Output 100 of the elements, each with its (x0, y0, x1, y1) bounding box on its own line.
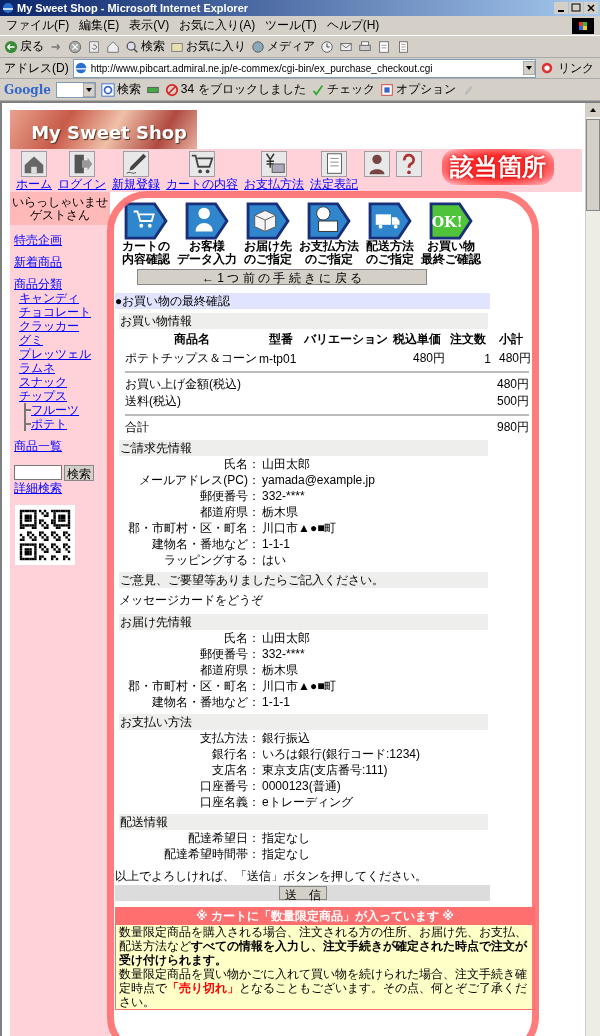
shop-logo[interactable]: My Sweet Shop (10, 110, 197, 149)
house-icon[interactable] (21, 151, 47, 177)
step-label: 配送方法 のご指定 (365, 240, 414, 266)
category-link[interactable]: グミ (19, 333, 43, 347)
category-link[interactable]: ポテト (31, 417, 67, 431)
dropdown-arrow-icon[interactable] (523, 61, 535, 75)
search-button[interactable]: 検索 (64, 465, 94, 481)
cart-icon[interactable] (189, 151, 215, 177)
close-icon[interactable] (584, 2, 598, 14)
nav-link[interactable]: カートの内容 (166, 177, 238, 191)
confirm-text: 以上でよろしければ、「送信」ボタンを押してください。 (115, 868, 428, 885)
field-label: 銀行名： (211, 745, 260, 763)
dropdown-arrow-icon[interactable] (82, 82, 95, 97)
search-field[interactable] (55, 81, 96, 98)
field-value: 0000123(普通) (261, 777, 341, 795)
spell-check-button[interactable]: チェック (310, 81, 375, 98)
advanced-search-link[interactable]: 詳細検索 (14, 481, 62, 495)
notice-text: 数量限定商品を購入される場合、注文される方の住所、お届け先、お支払、配送方法などすべての情報を入力し、注文手続きが確定された時点で注文が受け付けられます。 (118, 925, 529, 967)
section-header: お届け先情報 (119, 614, 488, 630)
column-header: 注文数 (449, 331, 487, 348)
sidebar-link[interactable]: 商品分類 (14, 277, 62, 291)
notice-title: ※ カートに「数量限定商品」が入っています ※ (116, 908, 534, 925)
toolbar-button[interactable]: 検索 (125, 38, 165, 55)
globe-icon (251, 39, 265, 54)
sidebar-link[interactable]: 特売企画 (14, 233, 62, 247)
table-cell-text: ポテトチップス＆コーン (125, 350, 258, 367)
menu-item[interactable]: 表示(V) (129, 17, 170, 34)
annotation-label: 該当箇所 (442, 149, 554, 185)
printer-icon[interactable] (358, 39, 372, 54)
field-label: 郡・市町村・区・町名： (127, 677, 260, 695)
question-icon[interactable] (396, 151, 422, 177)
stop-icon[interactable] (68, 39, 82, 54)
category-link[interactable]: フルーツ (31, 403, 79, 417)
category-link[interactable]: クラッカー (19, 319, 79, 333)
menu-item[interactable]: ツール(T) (265, 17, 317, 34)
scroll-thumb[interactable] (586, 119, 600, 211)
blocked-icon (164, 82, 179, 97)
field-value: eトレーディング (261, 793, 353, 811)
links-button[interactable]: リンク (558, 59, 594, 77)
scrollbar[interactable] (585, 103, 600, 1036)
field-label: 口座番号： (199, 777, 260, 795)
menu-item[interactable]: 編集(E) (79, 17, 120, 34)
field-label: ラッピングする： (163, 551, 260, 569)
category-link[interactable]: ラムネ (19, 361, 55, 375)
category-link[interactable]: スナック (19, 375, 67, 389)
address-field[interactable]: http://www.pibcart.admiral.ne.jp/e-commex/cgi-bin/ex_purchase_checkout.cgi (72, 58, 536, 78)
options-button[interactable]: オプション (379, 81, 456, 98)
toolbar-button[interactable]: お気に入り (170, 38, 246, 55)
section-header: ご意見、ご要望等ありましたらご記入ください。 (119, 572, 488, 588)
column-header: 商品名 (173, 331, 211, 348)
table-cell-text: 480円 (411, 350, 445, 367)
document-icon[interactable] (396, 39, 410, 54)
submit-button[interactable]: 送 信 (278, 886, 327, 900)
category-link[interactable]: プレッツェル (19, 347, 91, 361)
menu-item[interactable]: ファイル(F) (6, 17, 70, 34)
nav-link[interactable]: ログイン (58, 177, 106, 191)
field-label: 配達希望日： (187, 829, 260, 847)
step-label: お支払方法 のご指定 (298, 240, 359, 266)
notice-text: 数量限定商品を買い物かごに入れて買い物を続けられた場合、注文手続き確定時点で「売り切れ」となることもございます。その点、何とぞご了承ください。 (118, 967, 528, 1009)
clock-icon[interactable] (320, 39, 334, 54)
back-button[interactable]: ← 1 つ 前 の 手 続 き に 戻 る (137, 269, 427, 285)
door-icon[interactable] (69, 151, 95, 177)
summary-value: 500円 (496, 393, 529, 410)
search-field[interactable] (14, 465, 62, 480)
field-label: 建物名・番地など： (151, 535, 260, 553)
yen-card-icon[interactable] (261, 151, 287, 177)
menu-item[interactable]: ヘルプ(H) (326, 17, 380, 34)
nav-link[interactable]: ホーム (16, 177, 52, 191)
section-header: 配送情報 (119, 814, 488, 830)
refresh-icon[interactable] (87, 39, 101, 54)
toolbar-button[interactable]: 戻る (4, 38, 44, 55)
field-value: 銀行振込 (261, 729, 310, 747)
summary-label: お買い上げ金額(税込) (125, 376, 241, 393)
minimize-icon[interactable] (554, 2, 568, 14)
nav-link[interactable]: お支払方法 (244, 177, 304, 191)
home-icon[interactable] (106, 39, 120, 54)
nav-link[interactable]: 新規登録 (112, 177, 160, 191)
popup-blocker-button[interactable]: 34 をブロックしました (164, 81, 306, 98)
category-link[interactable]: チョコレート (19, 305, 91, 319)
person-icon[interactable] (364, 151, 390, 177)
field-value: 川口市▲●■町 (261, 519, 337, 537)
sidebar-link[interactable]: 新着商品 (14, 255, 62, 269)
nav-link[interactable]: 法定表記 (310, 177, 358, 191)
section-header: ご請求先情報 (119, 440, 488, 456)
category-link[interactable]: チップス (19, 389, 67, 403)
document-icon[interactable] (321, 151, 347, 177)
field-label: 配達希望時間帯： (163, 845, 260, 863)
category-link[interactable]: キャンディ (19, 291, 79, 305)
google-search-button[interactable]: 検索 (100, 81, 141, 98)
toolbar-button[interactable]: メディア (251, 38, 315, 55)
sidebar-link[interactable]: 商品一覧 (14, 439, 62, 453)
maximize-icon[interactable] (569, 2, 583, 14)
pen-icon[interactable] (123, 151, 149, 177)
field-value: 332-**** (261, 489, 305, 503)
section-header: お買い物情報 (119, 313, 488, 329)
field-value: 1-1-1 (261, 695, 290, 709)
field-value: 山田太郎 (261, 629, 310, 647)
step-label: お買い物 最終ご確認 (420, 240, 481, 266)
menu-item[interactable]: お気に入り(A) (179, 17, 256, 34)
check-icon (310, 82, 325, 97)
